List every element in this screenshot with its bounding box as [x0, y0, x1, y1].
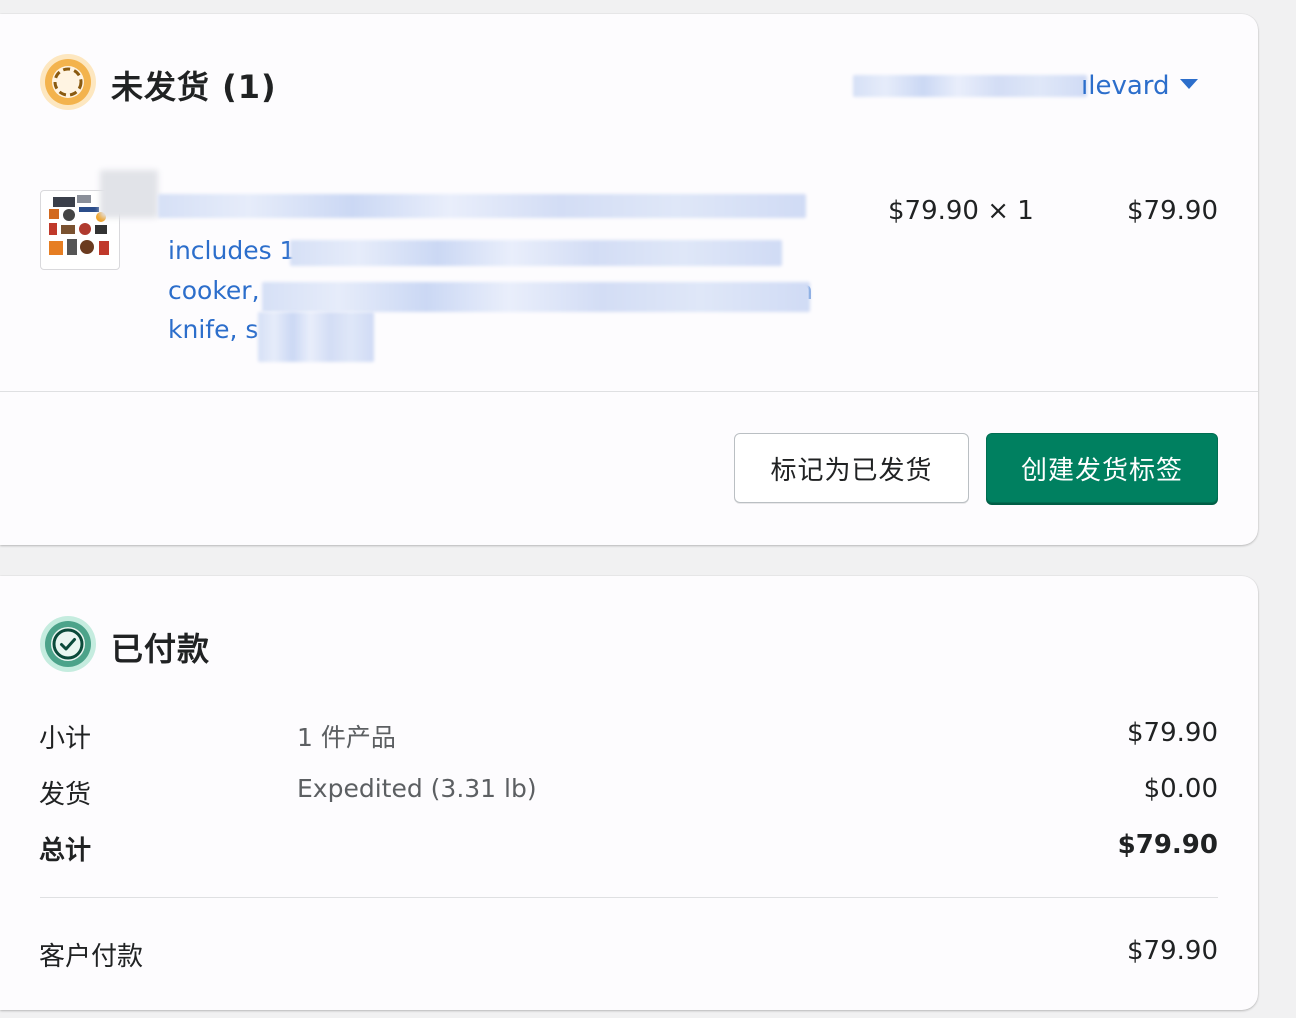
product-desc-line: knife, s — [168, 315, 259, 344]
redacted-text — [100, 170, 158, 218]
shipping-label: 发货 — [39, 780, 92, 810]
progress-circle-icon — [40, 54, 96, 110]
divider — [40, 897, 1218, 898]
customer-paid-label: 客户付款 — [39, 942, 144, 972]
location-select[interactable]: ılevard — [853, 69, 1203, 103]
subtotal-detail: 1 件产品 — [297, 723, 396, 752]
product-desc-line: includes 1 — [168, 236, 296, 265]
subtotal-label: 小计 — [39, 724, 92, 754]
shipping-detail: Expedited (3.31 lb) — [297, 774, 537, 803]
card-title-paid: 已付款 — [111, 630, 211, 668]
paid-card: 已付款 小计 1 件产品 $79.90 发货 Expedited (3.31 l… — [0, 576, 1258, 1010]
line-total: $79.90 — [1127, 196, 1218, 226]
total-amount: $79.90 — [1117, 830, 1218, 860]
shipping-amount: $0.00 — [1143, 774, 1218, 804]
mark-as-fulfilled-button[interactable]: 标记为已发货 — [734, 433, 969, 503]
create-shipping-label-button[interactable]: 创建发货标签 — [986, 433, 1218, 503]
unit-price: $79.90 × 1 — [888, 196, 1034, 226]
unfulfilled-card: 未发货 (1) ılevard includes 1 cooker, knife… — [0, 14, 1258, 545]
card-title-unfulfilled: 未发货 (1) — [111, 68, 277, 106]
chevron-down-icon — [1180, 79, 1198, 89]
product-desc-line: cooker, — [168, 276, 260, 305]
redacted-product-name — [158, 194, 806, 218]
customer-paid-amount: $79.90 — [1127, 936, 1218, 966]
redacted-text — [258, 312, 374, 362]
redacted-location — [853, 75, 1087, 97]
redacted-text — [290, 240, 782, 266]
redacted-text — [262, 282, 810, 312]
location-text: ılevard — [1081, 71, 1170, 101]
check-circle-icon — [40, 616, 96, 672]
total-label: 总计 — [39, 836, 92, 866]
subtotal-amount: $79.90 — [1127, 718, 1218, 748]
divider — [0, 391, 1258, 392]
